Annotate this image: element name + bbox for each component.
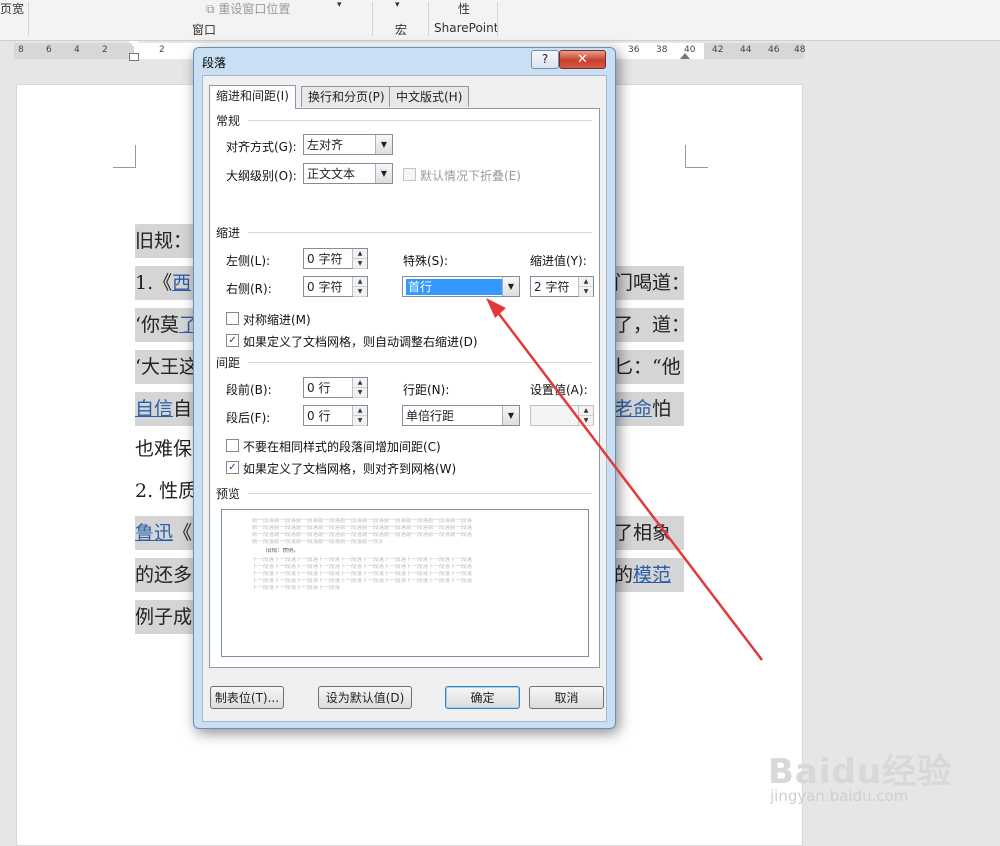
annotation-arrow — [486, 298, 763, 661]
baidu-jingyan-watermark: Baidu经验 jingyan.baidu.com — [763, 730, 988, 810]
tab-indents-and-spacing[interactable]: 缩进和间距(I) — [209, 85, 296, 109]
watermark-url: jingyan.baidu.com — [770, 787, 909, 805]
watermark-text: Baidu经验 — [768, 752, 953, 792]
arrow-head — [486, 298, 506, 318]
arrow-line — [495, 309, 763, 661]
